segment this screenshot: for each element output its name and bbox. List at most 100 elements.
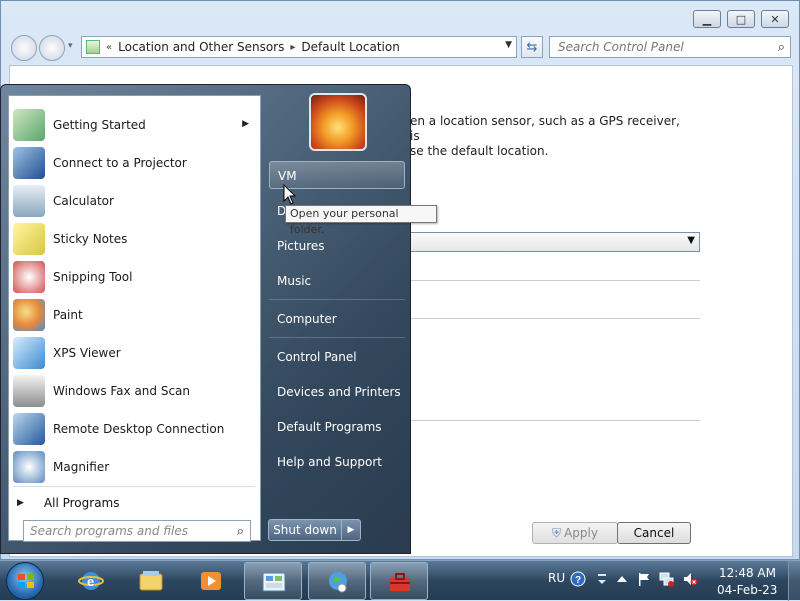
calculator-icon bbox=[13, 185, 45, 217]
default-programs-link[interactable]: Default Programs bbox=[269, 413, 405, 441]
network-icon[interactable] bbox=[658, 571, 674, 587]
program-label: Sticky Notes bbox=[53, 232, 128, 246]
close-button[interactable]: ✕ bbox=[761, 10, 789, 28]
refresh-button[interactable]: ⇆ bbox=[521, 36, 543, 58]
country-select[interactable]: ▼ bbox=[410, 232, 700, 252]
maximize-icon: □ bbox=[735, 12, 747, 26]
minimize-icon: ▁ bbox=[702, 12, 712, 26]
projector-icon bbox=[13, 147, 45, 179]
breadcrumb-location-sensors[interactable]: Location and Other Sensors bbox=[118, 40, 284, 54]
triangle-right-icon: ▶ bbox=[17, 498, 24, 508]
divider bbox=[269, 299, 405, 300]
recent-pages-dropdown-icon[interactable]: ▾ bbox=[68, 41, 73, 51]
taskbar-location-sensors[interactable] bbox=[308, 562, 366, 600]
submenu-arrow-icon: ▶ bbox=[242, 119, 249, 129]
clock-time[interactable]: 12:48 AM bbox=[719, 566, 776, 580]
maximize-button[interactable]: □ bbox=[727, 10, 755, 28]
control-panel-search-input[interactable]: Search Control Panel ⌕ bbox=[549, 36, 791, 58]
tooltip: Open your personal folder. bbox=[285, 205, 437, 236]
description-line-1: en a location sensor, such as a GPS rece… bbox=[410, 114, 680, 143]
taskbar: e RU ? 12:48 AM 04-Feb-23 bbox=[0, 560, 800, 601]
program-label: Remote Desktop Connection bbox=[53, 422, 225, 436]
taskbar-media-player[interactable] bbox=[182, 562, 240, 600]
program-label: Paint bbox=[53, 308, 83, 322]
divider bbox=[410, 420, 700, 421]
start-search-input[interactable]: Search programs and files ⌕ bbox=[23, 520, 251, 542]
cancel-button[interactable]: Cancel bbox=[617, 522, 691, 544]
taskbar-toolbox-app[interactable] bbox=[370, 562, 428, 600]
breadcrumb-separator-icon[interactable]: « bbox=[106, 42, 112, 53]
program-magnifier[interactable]: Magnifier bbox=[13, 450, 259, 484]
program-xps-viewer[interactable]: XPS Viewer bbox=[13, 336, 259, 370]
all-programs-button[interactable]: ▶ All Programs bbox=[17, 493, 120, 513]
start-button[interactable] bbox=[6, 562, 44, 600]
music-link[interactable]: Music bbox=[269, 267, 405, 295]
minimize-button[interactable]: ▁ bbox=[693, 10, 721, 28]
svg-text:?: ? bbox=[575, 575, 581, 586]
address-dropdown-icon[interactable]: ▼ bbox=[505, 40, 512, 50]
control-panel-link[interactable]: Control Panel bbox=[269, 343, 405, 371]
program-label: Windows Fax and Scan bbox=[53, 384, 191, 398]
close-icon: ✕ bbox=[770, 12, 780, 26]
search-icon[interactable]: ⌕ bbox=[237, 522, 244, 542]
program-paint[interactable]: Paint bbox=[13, 298, 259, 332]
program-label: Snipping Tool bbox=[53, 270, 133, 284]
control-panel-icon bbox=[262, 572, 286, 592]
program-label: Connect to a Projector bbox=[53, 156, 187, 170]
start-menu-programs-pane: Getting Started ▶ Connect to a Projector… bbox=[8, 95, 261, 542]
chevron-down-icon: ▼ bbox=[687, 235, 695, 246]
xps-viewer-icon bbox=[13, 337, 45, 369]
program-connect-projector[interactable]: Connect to a Projector bbox=[13, 146, 259, 180]
clock-date[interactable]: 04-Feb-23 bbox=[717, 583, 777, 597]
program-getting-started[interactable]: Getting Started ▶ bbox=[13, 108, 259, 142]
control-panel-icon bbox=[86, 40, 100, 54]
getting-started-icon bbox=[13, 109, 45, 141]
show-desktop-button[interactable] bbox=[788, 561, 800, 601]
action-center-flag-icon[interactable] bbox=[636, 571, 652, 587]
refresh-icon: ⇆ bbox=[526, 39, 538, 55]
apply-button[interactable]: ⛨ Apply bbox=[532, 522, 618, 544]
media-player-icon bbox=[201, 572, 221, 590]
program-fax-scan[interactable]: Windows Fax and Scan bbox=[13, 374, 259, 408]
program-calculator[interactable]: Calculator bbox=[13, 184, 259, 218]
help-icon[interactable]: ? bbox=[570, 571, 586, 587]
svg-text:e: e bbox=[87, 574, 94, 589]
taskbar-windows-explorer[interactable] bbox=[122, 562, 180, 600]
shutdown-options-button[interactable]: ▶ bbox=[341, 519, 361, 541]
program-label: Magnifier bbox=[53, 460, 110, 474]
user-picture[interactable] bbox=[309, 93, 367, 151]
apply-label: Apply bbox=[564, 526, 598, 540]
program-sticky-notes[interactable]: Sticky Notes bbox=[13, 222, 259, 256]
taskbar-internet-explorer[interactable]: e bbox=[62, 562, 120, 600]
show-hidden-icons-icon[interactable] bbox=[614, 571, 630, 587]
search-icon[interactable]: ⌕ bbox=[778, 38, 785, 58]
divider bbox=[269, 337, 405, 338]
volume-muted-icon[interactable] bbox=[682, 571, 698, 587]
description-text: en a location sensor, such as a GPS rece… bbox=[410, 114, 680, 159]
forward-button[interactable] bbox=[39, 35, 65, 61]
language-indicator[interactable]: RU bbox=[548, 571, 565, 585]
address-bar[interactable]: « Location and Other Sensors ▸ Default L… bbox=[81, 36, 517, 58]
breadcrumb-default-location[interactable]: Default Location bbox=[301, 40, 399, 54]
start-search-placeholder: Search programs and files bbox=[30, 524, 188, 538]
program-label: XPS Viewer bbox=[53, 346, 121, 360]
devices-printers-link[interactable]: Devices and Printers bbox=[269, 378, 405, 406]
program-label: Getting Started bbox=[53, 118, 146, 132]
remote-desktop-icon bbox=[13, 413, 45, 445]
keyboard-settings-icon[interactable] bbox=[594, 571, 610, 587]
program-snipping-tool[interactable]: Snipping Tool bbox=[13, 260, 259, 294]
toolbox-icon bbox=[390, 573, 410, 591]
control-panel-search-placeholder: Search Control Panel bbox=[558, 40, 684, 54]
breadcrumb-arrow-icon[interactable]: ▸ bbox=[290, 42, 295, 53]
back-button[interactable] bbox=[11, 35, 37, 61]
help-support-link[interactable]: Help and Support bbox=[269, 448, 405, 476]
mouse-cursor-icon bbox=[283, 184, 297, 205]
magnifier-icon bbox=[13, 451, 45, 483]
taskbar-control-panel[interactable] bbox=[244, 562, 302, 600]
program-label: Calculator bbox=[53, 194, 114, 208]
description-line-2: se the default location. bbox=[410, 144, 549, 158]
program-remote-desktop[interactable]: Remote Desktop Connection bbox=[13, 412, 259, 446]
scissors-icon bbox=[13, 261, 45, 293]
computer-link[interactable]: Computer bbox=[269, 305, 405, 333]
shutdown-button[interactable]: Shut down bbox=[268, 519, 342, 541]
